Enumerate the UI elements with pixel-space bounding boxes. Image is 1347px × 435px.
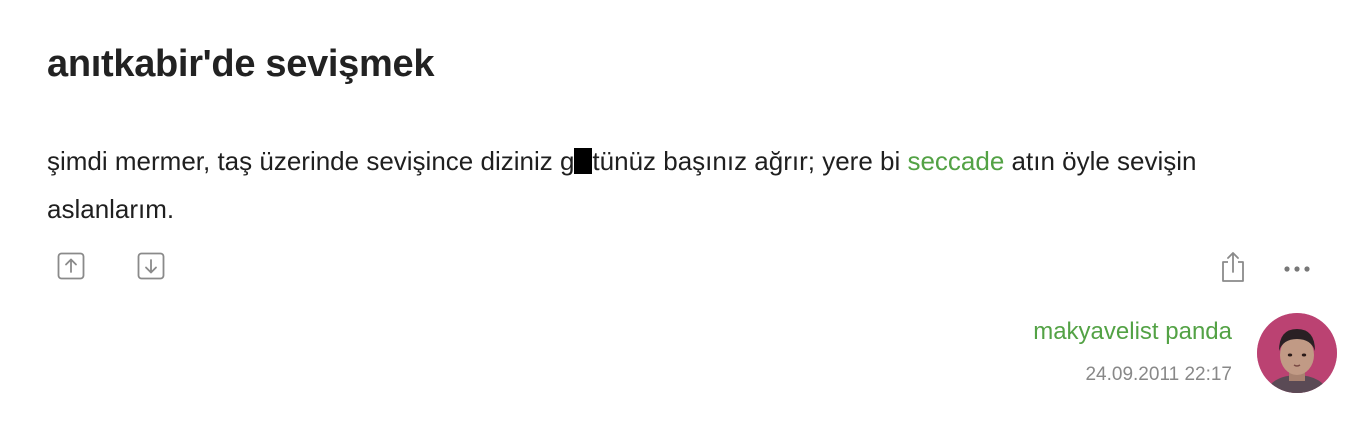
topic-title[interactable]: anıtkabir'de sevişmek — [47, 40, 434, 88]
arrow-down-icon — [137, 252, 165, 280]
avatar-image — [1257, 313, 1337, 393]
author-name[interactable]: makyavelist panda — [1033, 318, 1232, 346]
more-icon — [1284, 266, 1310, 272]
more-options-button[interactable] — [1283, 258, 1311, 280]
downvote-button[interactable] — [137, 252, 165, 280]
upvote-button[interactable] — [57, 252, 85, 280]
author-avatar[interactable] — [1257, 313, 1337, 393]
entry-content: şimdi mermer, taş üzerinde sevişince diz… — [47, 137, 1287, 233]
arrow-up-icon — [57, 252, 85, 280]
censor-block — [574, 148, 593, 174]
share-icon — [1222, 252, 1244, 282]
share-button[interactable] — [1219, 250, 1247, 284]
entry-date[interactable]: 24.09.2011 22:17 — [1085, 364, 1232, 386]
seccade-link[interactable]: seccade — [907, 146, 1004, 176]
entry-text-part: tünüz başınız ağrır; yere bi — [592, 146, 908, 176]
entry-text-part: şimdi mermer, taş üzerinde sevişince diz… — [47, 146, 575, 176]
